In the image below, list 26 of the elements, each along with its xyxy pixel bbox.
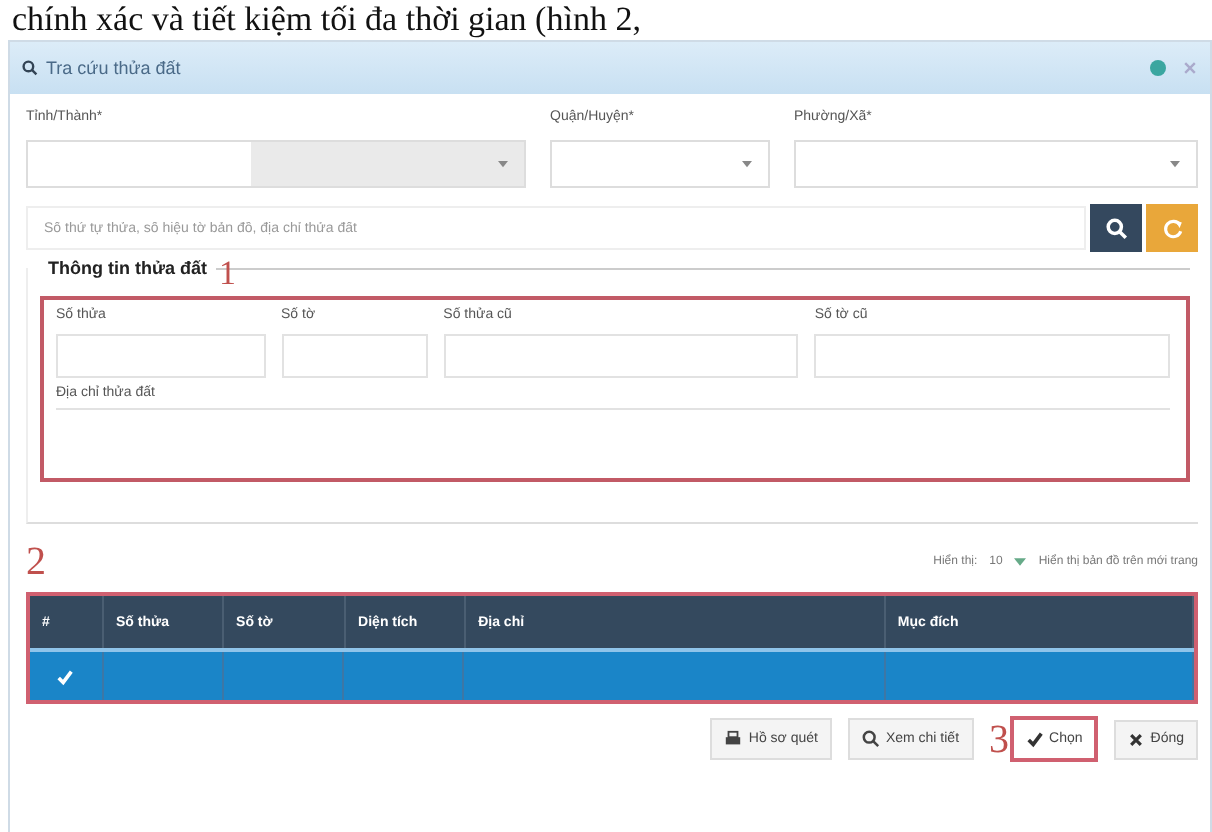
caret-icon: [498, 160, 508, 168]
caret-icon: [1170, 160, 1180, 168]
input-field[interactable]: [443, 334, 799, 378]
dropdown-field[interactable]: [550, 140, 770, 188]
input-field[interactable]: [281, 334, 428, 378]
window-title: Tra cứu thửa đất: [46, 58, 181, 78]
annotation-number: 1: [219, 260, 237, 288]
check-icon: [1025, 730, 1044, 748]
dropdown-field[interactable]: [794, 140, 1198, 188]
annotation-number: 2: [26, 539, 46, 585]
input-field[interactable]: [814, 334, 1171, 378]
section-title: Thông tin thửa đất: [40, 258, 216, 278]
search-button[interactable]: [1090, 204, 1142, 252]
table-row[interactable]: [30, 648, 1194, 700]
refresh-icon: [1161, 217, 1183, 239]
search-icon: [22, 60, 38, 76]
input-field[interactable]: [56, 334, 266, 378]
close-icon: [1128, 731, 1145, 747]
search-icon: [1105, 217, 1127, 239]
printer-icon: [724, 730, 743, 748]
caret-icon: [1014, 558, 1027, 566]
document-text: chính xác và tiết kiệm tối đa thời gian (hình 2,: [10, 0, 643, 40]
close-icon[interactable]: [1182, 60, 1198, 76]
annotation-number: 3: [989, 721, 1010, 757]
search-icon: [861, 730, 880, 748]
caret-icon: [742, 160, 752, 168]
